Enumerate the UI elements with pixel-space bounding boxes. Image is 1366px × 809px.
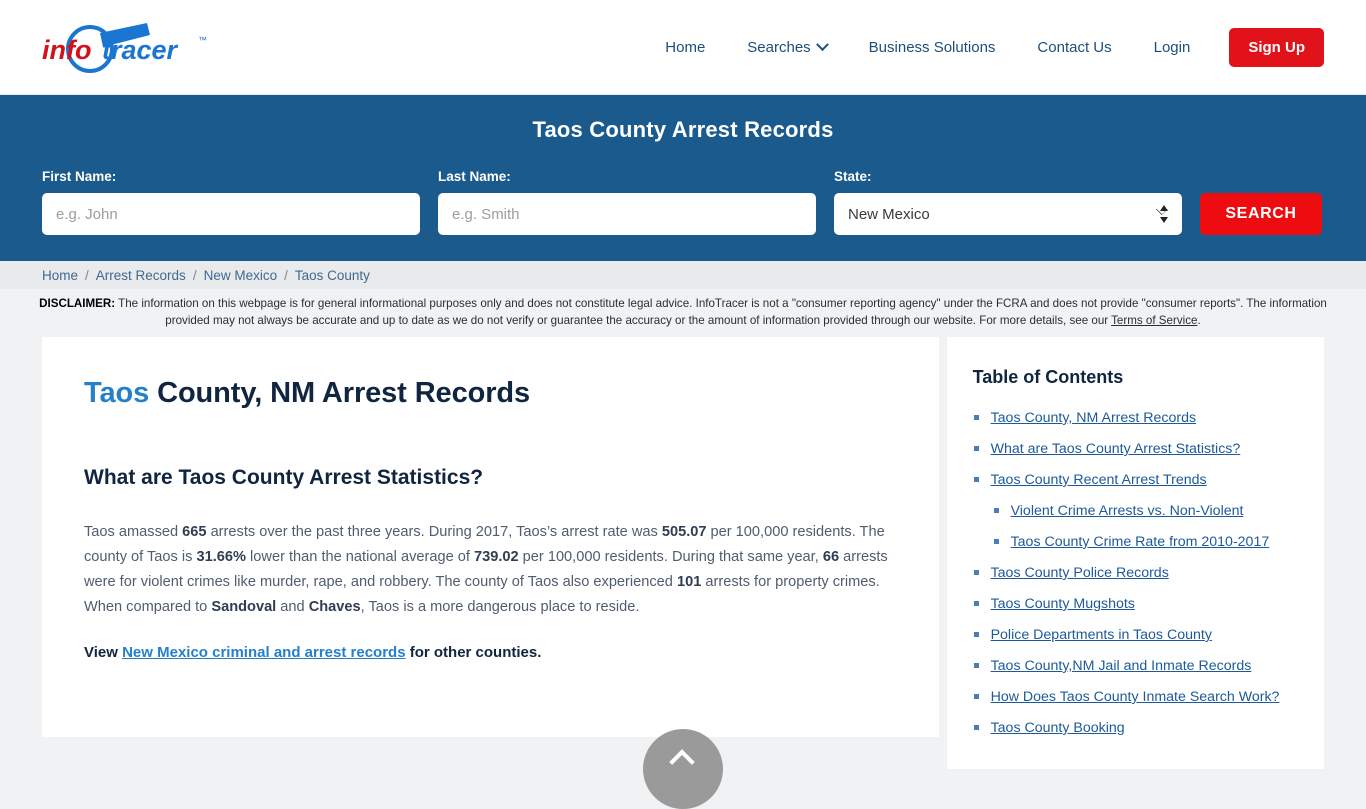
article-heading-accent: Taos — [84, 377, 150, 409]
breadcrumb: Home / Arrest Records / New Mexico / Tao… — [0, 261, 1366, 289]
arrest-records-search-form: First Name: Last Name: State: New Mexico… — [0, 169, 1366, 235]
nav-item-contact-us[interactable]: Contact Us — [1016, 39, 1132, 56]
disclaimer-period: . — [1197, 314, 1201, 327]
table-of-contents-list: Taos County, NM Arrest Records What are … — [973, 408, 1298, 738]
breadcrumb-separator: / — [85, 267, 89, 283]
view-prefix: View — [84, 644, 123, 661]
nav-label: Home — [665, 38, 706, 56]
infotracer-logo[interactable]: info tracer ™ — [40, 19, 220, 75]
state-label: State: — [834, 169, 872, 184]
state-select[interactable]: New Mexico — [834, 193, 1182, 235]
state-select-wrapper: New Mexico — [834, 193, 1182, 235]
page-content: Taos County, NM Arrest Records What are … — [0, 337, 1366, 769]
article-card: Taos County, NM Arrest Records What are … — [42, 337, 939, 737]
stat-percent-lower: 31.66% — [196, 549, 247, 565]
list-item: Taos County Police Records — [973, 563, 1298, 583]
stat-total-arrests: 665 — [182, 524, 207, 540]
page-title: Taos County Arrest Records — [532, 117, 834, 142]
list-item: Taos County Mugshots — [973, 594, 1298, 614]
nav-label: Contact Us — [1037, 38, 1112, 56]
toc-link-violent-vs-nonviolent[interactable]: Violent Crime Arrests vs. Non-Violent — [1011, 503, 1244, 519]
nav-label: Searches — [747, 38, 811, 56]
list-item: Violent Crime Arrests vs. Non-Violent — [991, 501, 1298, 521]
first-name-input[interactable] — [42, 193, 420, 235]
toc-link-arrest-records[interactable]: Taos County, NM Arrest Records — [991, 410, 1197, 426]
toc-link-booking[interactable]: Taos County Booking — [991, 720, 1125, 736]
disclaimer-line-1: The information on this webpage is for g… — [115, 297, 1139, 310]
stat-violent-arrests: 66 — [822, 549, 840, 565]
breadcrumb-item-arrest-records[interactable]: Arrest Records — [96, 268, 186, 283]
list-item: Taos County Recent Arrest Trends Violent… — [973, 470, 1298, 552]
table-of-contents-sublist: Violent Crime Arrests vs. Non-Violent Ta… — [991, 501, 1298, 552]
list-item: Police Departments in Taos County — [973, 625, 1298, 645]
first-name-field-group: First Name: — [42, 169, 420, 235]
nav-item-home[interactable]: Home — [644, 39, 726, 56]
breadcrumb-separator: / — [192, 267, 197, 283]
article-heading: Taos County, NM Arrest Records — [84, 377, 897, 410]
terms-of-service-link[interactable]: Terms of Service — [1111, 314, 1197, 327]
stat-property-arrests: 101 — [676, 574, 702, 590]
disclaimer-label: DISCLAIMER: — [39, 297, 116, 310]
list-item: Taos County,NM Jail and Inmate Records — [973, 656, 1298, 676]
stat-arrest-rate: 505.07 — [661, 524, 707, 540]
para-text: per 100,000 residents. During that same … — [518, 549, 823, 565]
table-of-contents-card: Table of Contents Taos County, NM Arrest… — [946, 337, 1324, 769]
sign-up-button[interactable]: Sign Up — [1229, 27, 1324, 67]
last-name-field-group: Last Name: — [438, 169, 816, 235]
search-button[interactable]: SEARCH — [1200, 193, 1322, 235]
toc-link-police-departments[interactable]: Police Departments in Taos County — [991, 627, 1212, 643]
scroll-to-top-button[interactable] — [643, 729, 723, 809]
nav-item-searches[interactable]: Searches — [726, 37, 847, 56]
nav-item-business-solutions[interactable]: Business Solutions — [848, 39, 1017, 56]
state-field-group: State: New Mexico — [834, 169, 1182, 235]
first-name-label: First Name: — [42, 169, 117, 184]
para-text: , Taos is a more dangerous place to resi… — [360, 599, 640, 615]
breadcrumb-item-taos-county: Taos County — [294, 267, 370, 283]
para-text: arrests over the past three years. Durin… — [206, 524, 662, 540]
toc-link-recent-arrest-trends[interactable]: Taos County Recent Arrest Trends — [991, 472, 1207, 488]
last-name-input[interactable] — [438, 193, 816, 235]
list-item: How Does Taos County Inmate Search Work? — [973, 687, 1298, 707]
breadcrumb-item-new-mexico[interactable]: New Mexico — [204, 268, 278, 283]
list-item: Taos County Crime Rate from 2010-2017 — [991, 532, 1298, 552]
disclaimer-banner: DISCLAIMER: The information on this webp… — [0, 289, 1366, 337]
svg-text:tracer: tracer — [102, 35, 179, 65]
toc-link-crime-rate-2010-2017[interactable]: Taos County Crime Rate from 2010-2017 — [1011, 534, 1270, 550]
site-header: info tracer ™ Home Searches Business Sol… — [0, 0, 1366, 95]
toc-link-police-records[interactable]: Taos County Police Records — [991, 565, 1169, 581]
para-text: lower than the national average of — [246, 549, 474, 565]
nav-item-login[interactable]: Login — [1133, 39, 1212, 56]
main-navigation: Home Searches Business Solutions Contact… — [644, 27, 1324, 67]
breadcrumb-item-home[interactable]: Home — [42, 268, 78, 283]
table-of-contents-title: Table of Contents — [972, 367, 1124, 387]
toc-link-mugshots[interactable]: Taos County Mugshots — [991, 596, 1135, 612]
list-item: Taos County Booking — [973, 718, 1298, 738]
hero-search-panel: Taos County Arrest Records First Name: L… — [0, 95, 1366, 261]
last-name-label: Last Name: — [438, 169, 511, 184]
svg-text:™: ™ — [198, 35, 207, 45]
toc-link-arrest-statistics[interactable]: What are Taos County Arrest Statistics? — [991, 441, 1241, 457]
toc-link-jail-and-inmate-records[interactable]: Taos County,NM Jail and Inmate Records — [991, 658, 1252, 674]
compare-county-chaves: Chaves — [308, 599, 361, 615]
arrest-statistics-paragraph: Taos amassed 665 arrests over the past t… — [84, 520, 897, 620]
article-heading-rest: County, NM Arrest Records — [149, 377, 531, 409]
compare-county-sandoval: Sandoval — [211, 599, 277, 615]
para-text: Taos amassed — [84, 524, 183, 540]
svg-text:info: info — [42, 35, 91, 65]
logo-icon: info tracer ™ — [42, 23, 207, 73]
nav-label: Business Solutions — [868, 38, 996, 56]
breadcrumb-separator: / — [284, 267, 288, 283]
new-mexico-records-link[interactable]: New Mexico criminal and arrest records — [122, 644, 405, 661]
chevron-down-icon — [815, 37, 829, 51]
para-text: and — [276, 599, 309, 615]
toc-link-inmate-search-work[interactable]: How Does Taos County Inmate Search Work? — [991, 689, 1280, 705]
view-suffix: for other counties. — [405, 644, 542, 661]
section-heading-arrest-statistics: What are Taos County Arrest Statistics? — [84, 466, 484, 489]
list-item: Taos County, NM Arrest Records — [973, 408, 1298, 428]
list-item: What are Taos County Arrest Statistics? — [973, 439, 1298, 459]
nav-label: Login — [1153, 38, 1191, 56]
view-other-counties-line: View New Mexico criminal and arrest reco… — [84, 644, 897, 661]
chevron-up-icon — [669, 749, 695, 775]
stat-national-average: 739.02 — [473, 549, 519, 565]
